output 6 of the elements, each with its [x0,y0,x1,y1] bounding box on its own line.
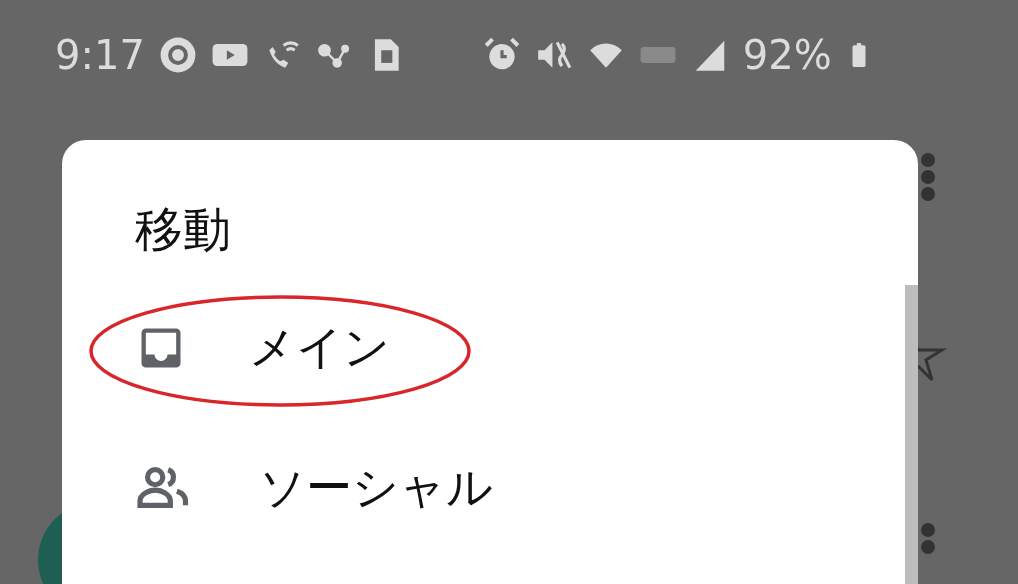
dialog-title: 移動 [134,200,232,259]
scrollbar[interactable] [905,285,918,584]
destination-option[interactable]: ソーシャル [259,457,493,519]
battery-percent: 92% [742,32,832,78]
status-time: 9:17 [55,32,145,78]
target-icon [158,36,197,74]
